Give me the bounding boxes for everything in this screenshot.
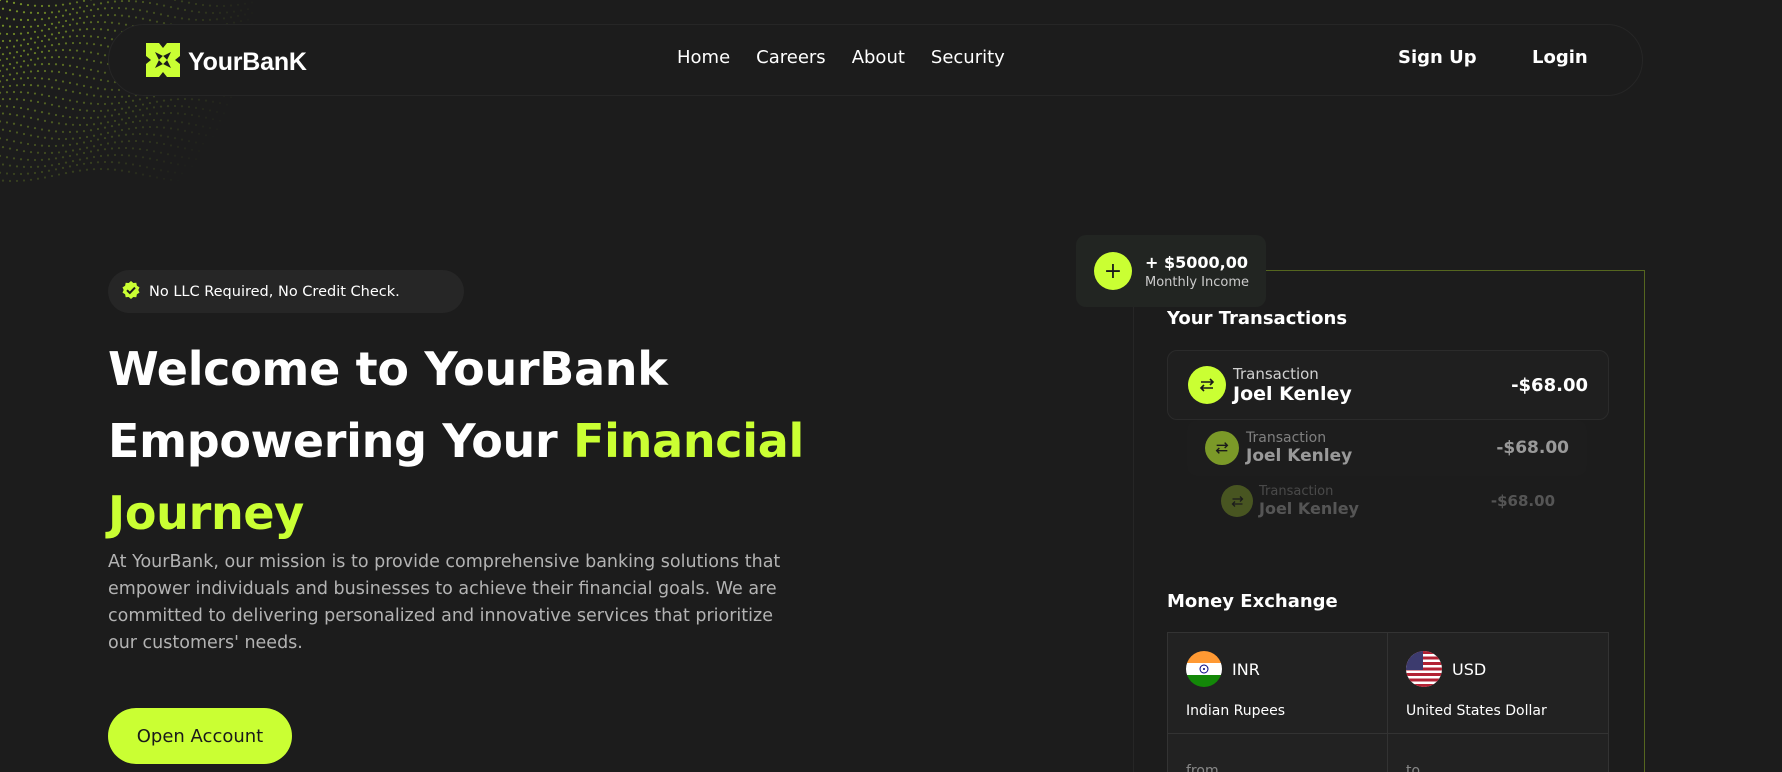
currency-from-code: INR [1232, 659, 1260, 679]
nav-about-link[interactable]: About [852, 47, 905, 68]
transaction-name: Joel Kenley [1246, 446, 1353, 466]
open-account-button[interactable]: Open Account [108, 708, 292, 764]
hero-title-line2: Empowering Your Financial [108, 414, 804, 468]
monthly-income-chip: + + $5000,00 Monthly Income [1076, 235, 1266, 307]
hero-badge-text: No LLC Required, No Credit Check. [149, 283, 400, 300]
income-amount: + $5000,00 [1145, 252, 1248, 272]
hero-title-line2-plain: Empowering Your [108, 414, 574, 468]
hero-badge: No LLC Required, No Credit Check. [108, 270, 464, 313]
transaction-amount: -$68.00 [1496, 438, 1569, 458]
logo[interactable]: YourBanK [146, 43, 307, 81]
transaction-name: Joel Kenley [1233, 383, 1352, 405]
india-flag-icon [1186, 651, 1222, 687]
money-exchange-title: Money Exchange [1167, 591, 1338, 612]
signup-button[interactable]: Sign Up [1398, 47, 1477, 68]
currency-from-selector[interactable]: INR Indian Rupees [1168, 633, 1388, 734]
transaction-label: Transaction [1233, 365, 1319, 383]
logo-text: YourBanK [188, 47, 307, 76]
hero-title-line3: Journey [108, 486, 304, 540]
hero-title-line1: Welcome to YourBank [108, 342, 668, 396]
transaction-item[interactable]: Transaction Joel Kenley -$68.00 [1167, 350, 1609, 420]
page: YourBanK Home Careers About Security Sig… [0, 0, 1782, 772]
money-exchange-panel: INR Indian Rupees USD United States Doll… [1167, 632, 1609, 772]
transfer-icon [1188, 366, 1226, 404]
transaction-name: Joel Kenley [1259, 499, 1359, 518]
transaction-item[interactable]: Transaction Joel Kenley -$68.00 [1187, 420, 1587, 476]
main-menu: Home Careers About Security [677, 47, 1005, 68]
to-amount-field[interactable]: to [1388, 734, 1608, 772]
usa-flag-icon [1406, 651, 1442, 687]
nav-security-link[interactable]: Security [931, 47, 1005, 68]
plus-icon: + [1094, 252, 1132, 290]
currency-to-code: USD [1452, 659, 1487, 679]
hero-title-line2-accent: Financial [573, 414, 804, 468]
to-field-label: to [1406, 763, 1421, 772]
transaction-label: Transaction [1259, 484, 1334, 499]
currency-from-name: Indian Rupees [1186, 703, 1286, 719]
transfer-icon [1221, 485, 1253, 517]
income-label: Monthly Income [1145, 274, 1250, 290]
nav-careers-link[interactable]: Careers [756, 47, 826, 68]
transaction-label: Transaction [1246, 430, 1327, 446]
navbar: YourBanK Home Careers About Security Sig… [108, 24, 1643, 96]
logo-icon [146, 43, 180, 81]
currency-to-name: United States Dollar [1406, 703, 1547, 719]
transfer-icon [1205, 431, 1239, 465]
hero-description: At YourBank, our mission is to provide c… [108, 552, 781, 653]
check-badge-icon [121, 280, 141, 304]
currency-to-selector[interactable]: USD United States Dollar [1388, 633, 1608, 734]
nav-home-link[interactable]: Home [677, 47, 730, 68]
login-button[interactable]: Login [1532, 47, 1588, 68]
from-amount-field[interactable]: from [1168, 734, 1388, 772]
transaction-amount: -$68.00 [1490, 492, 1555, 510]
transaction-item[interactable]: Transaction Joel Kenley -$68.00 [1203, 476, 1573, 526]
transactions-title: Your Transactions [1167, 308, 1348, 329]
from-field-label: from [1186, 763, 1219, 772]
transaction-amount: -$68.00 [1511, 374, 1588, 396]
